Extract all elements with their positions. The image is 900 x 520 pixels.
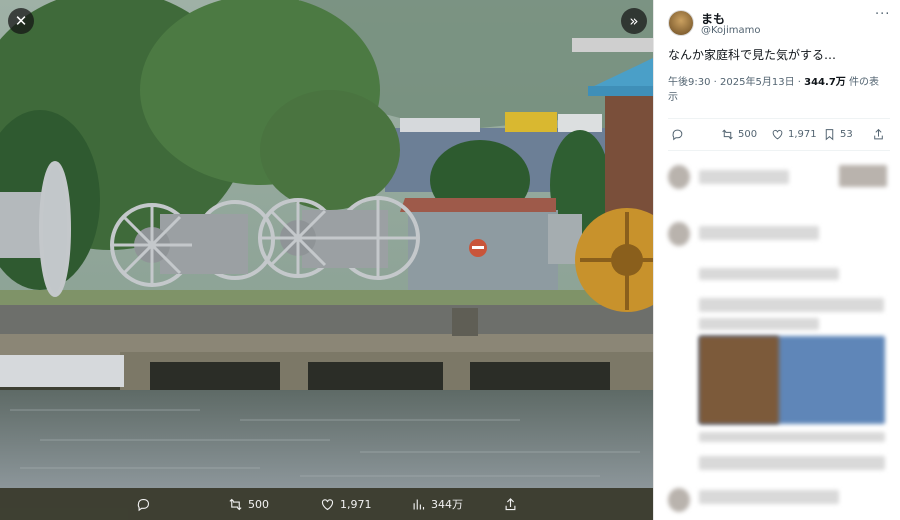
close-button[interactable]: ✕ [8,8,34,34]
meta-separator: · [797,77,801,88]
redacted-block [699,268,839,280]
tweet-meta: 午後9:30 · 2025年5月13日 · 344.7万 件の表 示 [668,75,890,105]
redacted-block [839,165,887,187]
panel-reply-button[interactable] [671,128,684,141]
retweet-icon [229,498,242,510]
panel-bookmark-button[interactable]: 53 [823,128,853,141]
media-action-bar: 500 1,971 344万 [0,488,653,520]
panel-bookmark-count: 53 [840,129,853,140]
more-options-button[interactable]: ··· [875,7,890,22]
user-handle[interactable]: @Kojimamo [701,25,760,36]
views-suffix-cont: 示 [668,92,678,103]
tweet-time[interactable]: 午後9:30 [668,77,710,88]
redacted-block [699,318,819,330]
redacted-block [699,490,839,504]
panel-share-button[interactable] [872,128,885,141]
panel-like-count: 1,971 [788,129,817,140]
heart-icon [772,129,783,140]
reply-icon [137,498,150,511]
redacted-image [699,336,779,424]
redacted-block [699,226,819,240]
meta-separator: · [713,77,717,88]
media-viewer: ✕ » 500 1,971 344万 [0,0,653,520]
divider [668,150,890,151]
redacted-block [699,298,884,312]
panel-retweet-count: 500 [738,129,758,140]
views-suffix: 件の表 [845,77,879,88]
expand-panel-button[interactable]: » [621,8,647,34]
like-button[interactable]: 1,971 [320,488,372,520]
retweet-button[interactable]: 500 [228,488,269,520]
views-count: 344万 [431,498,463,511]
bar-chart-icon [413,499,425,509]
reply-avatar [668,165,690,189]
divider [668,118,890,119]
redacted-block [699,432,885,442]
retweet-count: 500 [248,497,269,511]
heart-icon [321,498,334,510]
reply-avatar [668,488,690,512]
share-icon [505,497,516,510]
tweet-panel: まも @Kojimamo ··· なんか家庭科で見た気がする… 午後9:30 ·… [653,0,900,520]
views-button[interactable]: 344万 [411,488,463,520]
tweet-photo [0,0,653,488]
panel-retweet-button[interactable]: 500 [721,128,757,141]
redacted-block [699,170,789,184]
reply-button[interactable] [136,488,151,520]
retweet-icon [722,129,733,140]
share-icon [874,128,883,140]
tweet-date[interactable]: 2025年5月13日 [720,77,795,88]
share-button[interactable] [503,488,518,520]
reply-avatar [668,222,690,246]
tweet-text: なんか家庭科で見た気がする… [668,48,837,62]
avatar[interactable] [668,10,694,36]
views-value: 344.7万 [804,77,846,88]
double-chevron-right-icon: » [629,12,639,30]
redacted-block [699,456,885,470]
like-count: 1,971 [340,497,372,511]
reply-icon [672,129,683,141]
bookmark-icon [825,129,834,141]
panel-like-button[interactable]: 1,971 [771,128,817,141]
close-icon: ✕ [14,12,28,30]
